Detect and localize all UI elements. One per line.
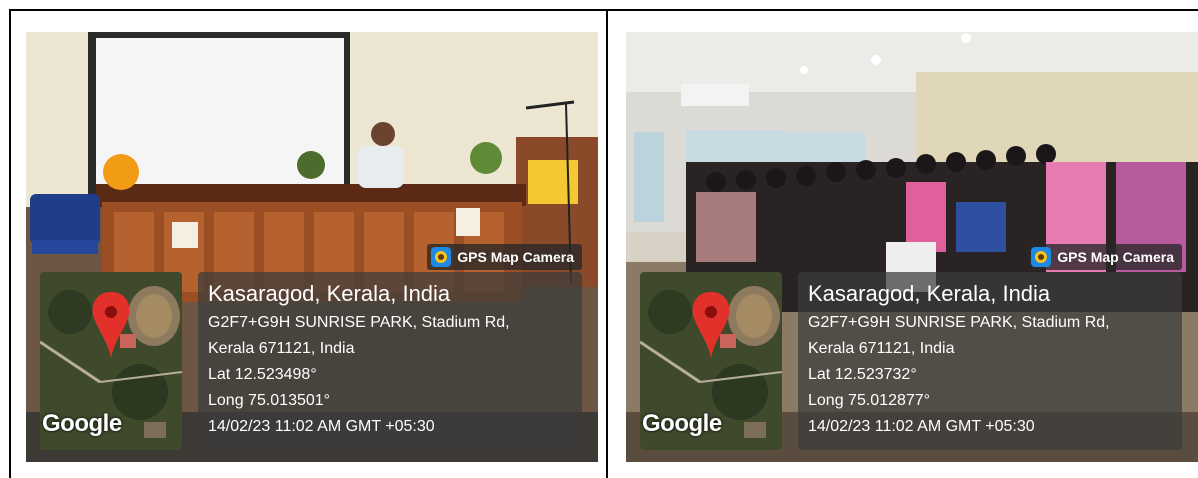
longitude: Long 75.012877° <box>808 392 931 409</box>
photo-table: GPS Map Camera Google Kasaragod, Kerala,… <box>0 0 1198 478</box>
map-thumbnail: Google <box>40 272 182 450</box>
gps-map-camera-badge: GPS Map Camera <box>1027 244 1182 270</box>
latitude: Lat 12.523498° <box>208 366 317 383</box>
timestamp: 14/02/23 11:02 AM GMT +05:30 <box>808 418 1035 435</box>
latitude: Lat 12.523732° <box>808 366 917 383</box>
badge-label: GPS Map Camera <box>457 249 574 265</box>
longitude: Long 75.013501° <box>208 392 331 409</box>
place-name: Kasaragod, Kerala, India <box>208 281 451 306</box>
photo-left: GPS Map Camera Google Kasaragod, Kerala,… <box>26 32 598 462</box>
address-line-2: Kerala 671121, India <box>808 340 955 357</box>
place-name: Kasaragod, Kerala, India <box>808 281 1051 306</box>
address-line-1: G2F7+G9H SUNRISE PARK, Stadium Rd, <box>808 314 1110 331</box>
google-logo: Google <box>42 410 122 437</box>
gps-camera-icon <box>431 247 452 267</box>
location-info: Kasaragod, Kerala, India G2F7+G9H SUNRIS… <box>198 272 582 450</box>
address-line-1: G2F7+G9H SUNRISE PARK, Stadium Rd, <box>208 314 510 331</box>
table-border-top <box>9 9 1198 11</box>
gps-map-camera-badge: GPS Map Camera <box>427 244 582 270</box>
photo-right: GPS Map Camera Google Kasaragod, Kerala,… <box>626 32 1198 462</box>
timestamp: 14/02/23 11:02 AM GMT +05:30 <box>208 418 435 435</box>
map-thumbnail: Google <box>640 272 782 450</box>
google-logo: Google <box>642 410 722 437</box>
address-line-2: Kerala 671121, India <box>208 340 355 357</box>
location-info: Kasaragod, Kerala, India G2F7+G9H SUNRIS… <box>798 272 1182 450</box>
badge-label: GPS Map Camera <box>1057 249 1174 265</box>
table-border-middle <box>606 9 608 478</box>
table-border-left <box>9 9 11 478</box>
gps-camera-icon <box>1031 247 1052 267</box>
